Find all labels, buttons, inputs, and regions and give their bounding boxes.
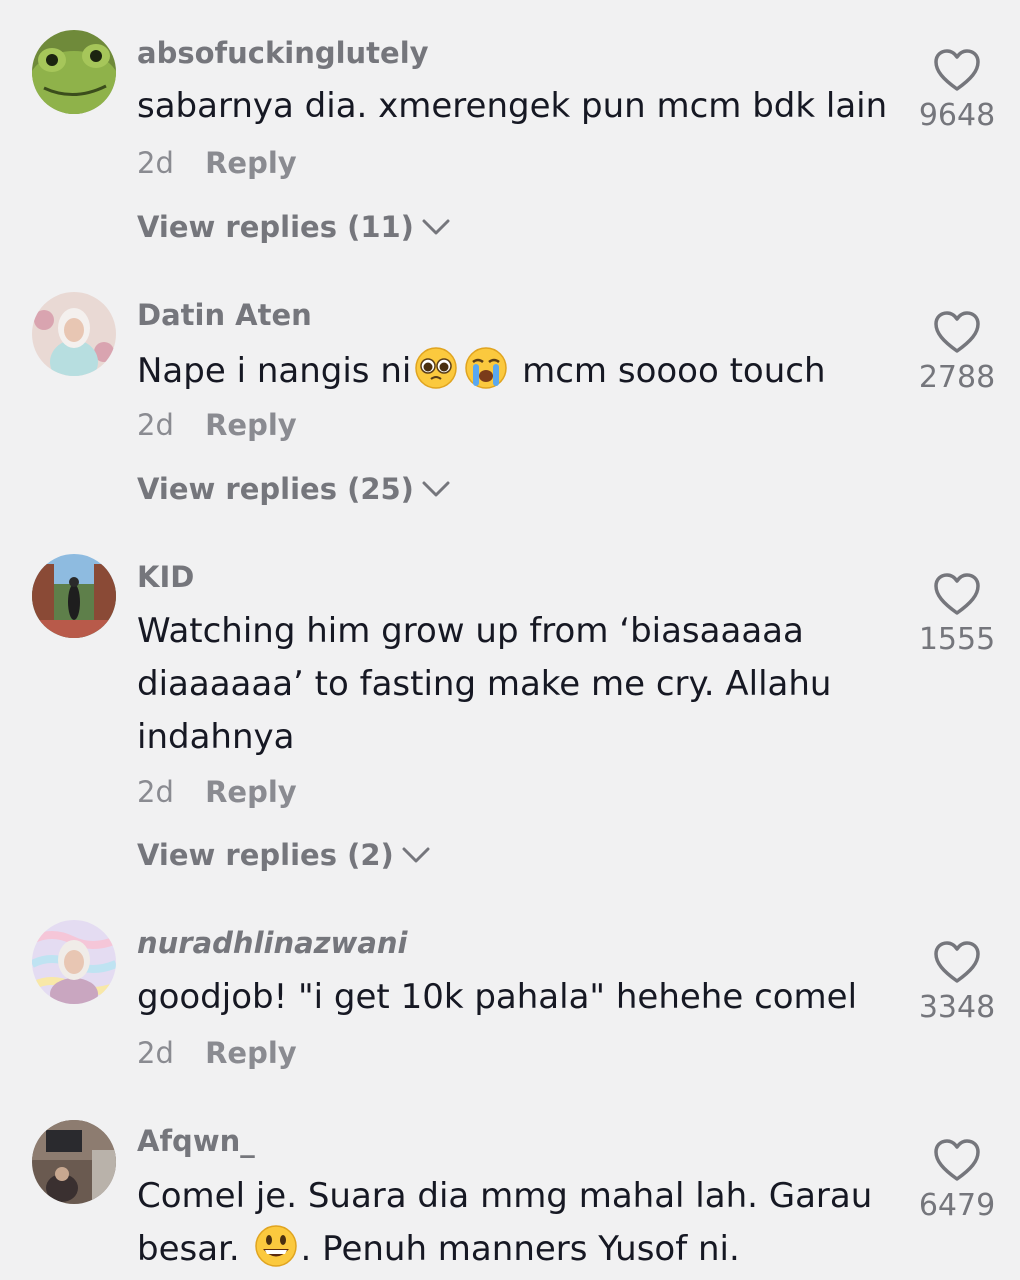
view-replies-button[interactable]: View replies (2): [137, 838, 430, 872]
chevron-down-icon: [422, 481, 450, 497]
like-count: 3348: [918, 990, 996, 1025]
reply-button[interactable]: Reply: [205, 408, 297, 442]
loudly-crying-face-emoji: [465, 347, 508, 389]
heart-icon: [934, 941, 980, 983]
like-count: 9648: [918, 98, 996, 133]
like-button[interactable]: 1555: [912, 572, 1002, 657]
like-count: 6479: [918, 1188, 996, 1223]
heart-icon: [934, 573, 980, 615]
comment-text: Watching him grow up from ‘biasaaaaa dia…: [137, 611, 832, 757]
timestamp: 2d: [137, 408, 174, 442]
username[interactable]: Datin Aten: [137, 298, 312, 332]
view-replies-button[interactable]: View replies (25): [137, 472, 450, 506]
reply-button[interactable]: Reply: [205, 775, 297, 809]
reply-button[interactable]: Reply: [205, 1036, 297, 1070]
like-button[interactable]: 3348: [912, 940, 1002, 1025]
view-replies-button[interactable]: View replies (11): [137, 210, 450, 244]
chevron-down-icon: [422, 219, 450, 235]
timestamp: 2d: [137, 775, 174, 809]
grinning-face-emoji: [254, 1225, 297, 1267]
comment-text-part: . Penuh manners Yusof ni.: [300, 1229, 740, 1269]
username[interactable]: nuradhlinazwani: [137, 926, 408, 960]
heart-icon: [934, 1139, 980, 1181]
avatar[interactable]: [32, 1120, 116, 1204]
view-replies-label: View replies (25): [137, 472, 414, 506]
comment-meta: 2d Reply: [137, 146, 297, 180]
avatar[interactable]: [32, 554, 116, 638]
avatar[interactable]: [32, 920, 116, 1004]
username[interactable]: KID: [137, 560, 194, 594]
like-count: 1555: [918, 622, 996, 657]
heart-icon: [934, 49, 980, 91]
username[interactable]: Afqwn_: [137, 1124, 255, 1158]
like-button[interactable]: 6479: [912, 1138, 1002, 1223]
chevron-down-icon: [402, 847, 430, 863]
heart-icon: [934, 311, 980, 353]
comment-text-part: mcm soooo touch: [511, 351, 826, 391]
comment-meta: 2d Reply: [137, 1036, 297, 1070]
comment-text: sabarnya dia. xmerengek pun mcm bdk lain: [137, 86, 888, 126]
pleading-face-emoji: [415, 347, 458, 389]
avatar[interactable]: [32, 30, 116, 114]
view-replies-label: View replies (2): [137, 838, 394, 872]
timestamp: 2d: [137, 146, 174, 180]
timestamp: 2d: [137, 1036, 174, 1070]
like-count: 2788: [918, 360, 996, 395]
like-button[interactable]: 9648: [912, 48, 1002, 133]
comment-meta: 2d Reply: [137, 775, 297, 809]
view-replies-label: View replies (11): [137, 210, 414, 244]
like-button[interactable]: 2788: [912, 310, 1002, 395]
username[interactable]: absofuckinglutely: [137, 36, 429, 70]
comment-text-part: Nape i nangis ni: [137, 351, 412, 391]
avatar[interactable]: [32, 292, 116, 376]
comment-meta: 2d Reply: [137, 408, 297, 442]
comment-text: Nape i nangis ni mcm soooo touch: [137, 345, 897, 398]
reply-button[interactable]: Reply: [205, 146, 297, 180]
comment-text: goodjob! "i get 10k pahala" hehehe comel: [137, 977, 858, 1017]
comment-text: Comel je. Suara dia mmg mahal lah. Garau…: [137, 1170, 887, 1276]
